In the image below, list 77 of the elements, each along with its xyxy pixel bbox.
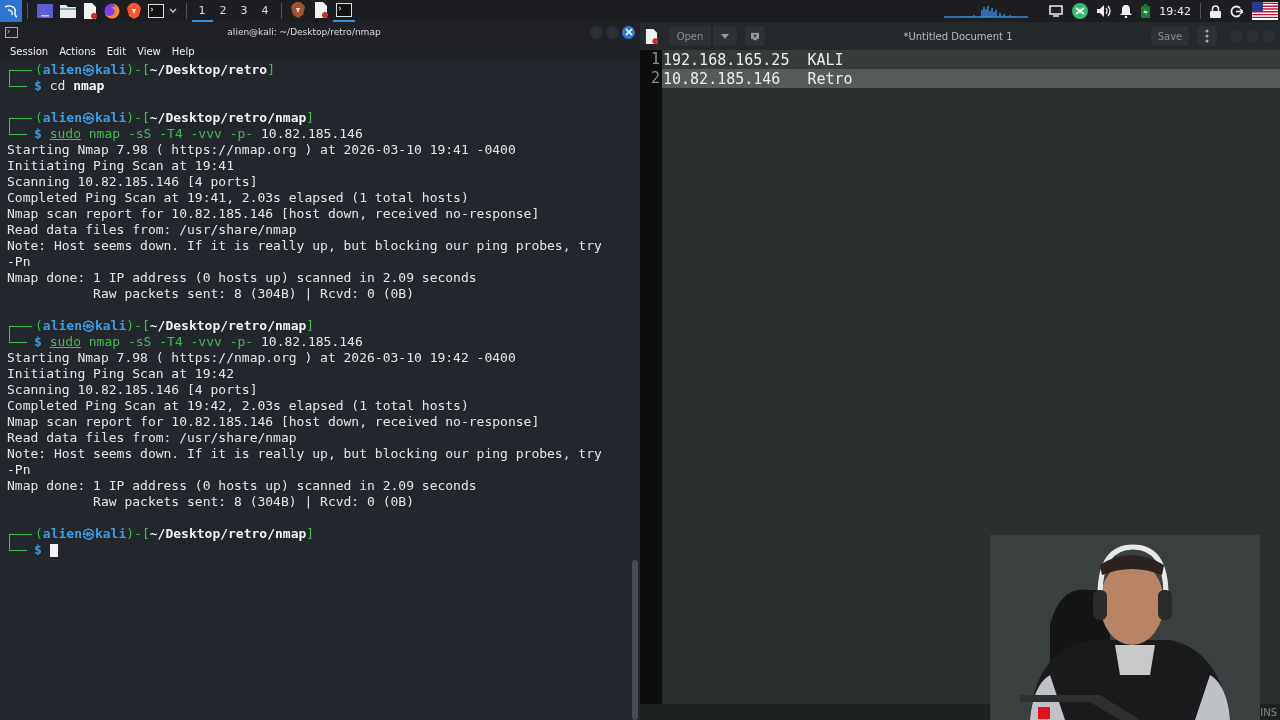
- terminal-line: Scanning 10.82.185.146 [4 ports]: [7, 174, 259, 190]
- scrollbar-thumb[interactable]: [632, 560, 638, 720]
- display-icon[interactable]: [1049, 5, 1064, 17]
- document-icon[interactable]: [82, 3, 97, 19]
- prompt-bracket: [9, 542, 27, 551]
- prompt-line: (alien㉿kali)-[~/Desktop/retro/nmap]: [35, 110, 315, 126]
- lock-icon[interactable]: [1210, 4, 1221, 18]
- caret-icon: [721, 33, 729, 39]
- terminal-line: Nmap done: 1 IP address (0 hosts up) scanned in 2.09 seconds: [7, 478, 478, 494]
- workspace-button[interactable]: 2: [212, 0, 234, 22]
- line-number: 1: [640, 50, 662, 69]
- menu-item[interactable]: Edit: [99, 45, 131, 57]
- clock[interactable]: 19:42: [1159, 4, 1191, 18]
- command-line: $ sudo nmap -sS -T4 -vvv -p- 10.82.185.146: [34, 334, 363, 350]
- terminal-line: Read data files from: /usr/share/nmap: [7, 430, 298, 446]
- desktop-icon[interactable]: [36, 4, 53, 18]
- terminal-line: Initiating Ping Scan at 19:42: [7, 366, 235, 382]
- menu-item[interactable]: View: [130, 45, 165, 57]
- command-line: $: [34, 542, 43, 558]
- shield-icon[interactable]: [126, 3, 141, 19]
- audio-visualizer-icon: [944, 4, 1029, 18]
- editor-line: 192.168.165.25 KALI: [662, 50, 844, 69]
- caret-icon[interactable]: [169, 8, 177, 14]
- menu-item[interactable]: Session: [3, 45, 53, 57]
- terminal-line: Note: Host seems down. If it is really up, but blocking our ping probes, try: [7, 238, 603, 254]
- terminal-line: Raw packets sent: 8 (304B) | Rcvd: 0 (0B): [92, 494, 415, 510]
- prompt-line: (alien㉿kali)-[~/Desktop/retro/nmap]: [35, 526, 315, 542]
- menu-item[interactable]: Actions: [52, 45, 100, 57]
- editor-line: 10.82.185.146 Retro: [662, 69, 853, 88]
- save-button[interactable]: Save: [1150, 25, 1190, 47]
- workspace-button[interactable]: 4: [254, 0, 276, 22]
- prompt-bracket: [9, 126, 27, 135]
- close-button[interactable]: [622, 25, 635, 39]
- open-dropdown-button[interactable]: [712, 25, 738, 47]
- terminal-line: Note: Host seems down. If it is really up, but blocking our ping probes, try: [7, 446, 603, 462]
- terminal-line: Raw packets sent: 8 (304B) | Rcvd: 0 (0B): [92, 286, 415, 302]
- terminal-line: Nmap scan report for 10.82.185.146 [host down, received no-response]: [7, 206, 541, 222]
- new-tab-button[interactable]: [744, 25, 766, 47]
- command-line: $ cd nmap: [34, 78, 105, 94]
- prompt-line: (alien㉿kali)-[~/Desktop/retro/nmap]: [35, 318, 315, 334]
- terminal-line: Scanning 10.82.185.146 [4 ports]: [7, 382, 259, 398]
- command-line: $ sudo nmap -sS -T4 -vvv -p- 10.82.185.146: [34, 126, 363, 142]
- bell-icon[interactable]: [1120, 4, 1133, 18]
- open-button[interactable]: Open: [668, 25, 712, 47]
- terminal-line: Read data files from: /usr/share/nmap: [7, 222, 298, 238]
- new-tab-icon: [751, 30, 759, 42]
- prompt-bracket: [9, 78, 27, 87]
- battery-icon[interactable]: [1141, 4, 1151, 18]
- terminal-line: Completed Ping Scan at 19:41, 2.03s elapsed (1 total hosts): [7, 190, 470, 206]
- terminal-icon: [5, 26, 18, 38]
- terminal-line: Initiating Ping Scan at 19:41: [7, 158, 235, 174]
- flag-icon[interactable]: [1252, 2, 1278, 20]
- terminal-line: Starting Nmap 7.98 ( https://nmap.org ) at 2026-03-10 19:41 -0400: [7, 142, 517, 158]
- terminal-line: -Pn: [7, 462, 32, 478]
- folder-icon[interactable]: [59, 4, 76, 18]
- prompt-bracket: [9, 334, 27, 343]
- browser-icon[interactable]: [103, 3, 120, 19]
- prompt-line: (alien㉿kali)-[~/Desktop/retro]: [35, 62, 275, 78]
- kebab-menu-icon: [1205, 29, 1209, 43]
- sync-icon[interactable]: [1072, 3, 1089, 19]
- terminal-line: Starting Nmap 7.98 ( https://nmap.org ) at 2026-03-10 19:42 -0400: [7, 350, 517, 366]
- insert-mode-indicator: INS: [1260, 706, 1278, 718]
- document-title: *Untitled Document 1: [902, 30, 1014, 42]
- logout-icon[interactable]: [1230, 4, 1243, 18]
- menu-item[interactable]: Help: [164, 45, 199, 57]
- workspace-button[interactable]: 3: [233, 0, 255, 22]
- document-icon: [645, 28, 658, 44]
- line-number: 2: [640, 69, 662, 88]
- window-title: alien@kali: ~/Desktop/retro/nmap: [226, 27, 382, 37]
- app-menu-icon[interactable]: [0, 0, 22, 22]
- terminal-line: Completed Ping Scan at 19:42, 2.03s elapsed (1 total hosts): [7, 398, 470, 414]
- menu-button[interactable]: [1196, 25, 1218, 47]
- volume-icon[interactable]: [1097, 5, 1112, 17]
- terminal-line: Nmap done: 1 IP address (0 hosts up) scanned in 2.09 seconds: [7, 270, 478, 286]
- terminal-icon[interactable]: [147, 4, 164, 18]
- terminal-line: Nmap scan report for 10.82.185.146 [host down, received no-response]: [7, 414, 541, 430]
- terminal-line: -Pn: [7, 254, 32, 270]
